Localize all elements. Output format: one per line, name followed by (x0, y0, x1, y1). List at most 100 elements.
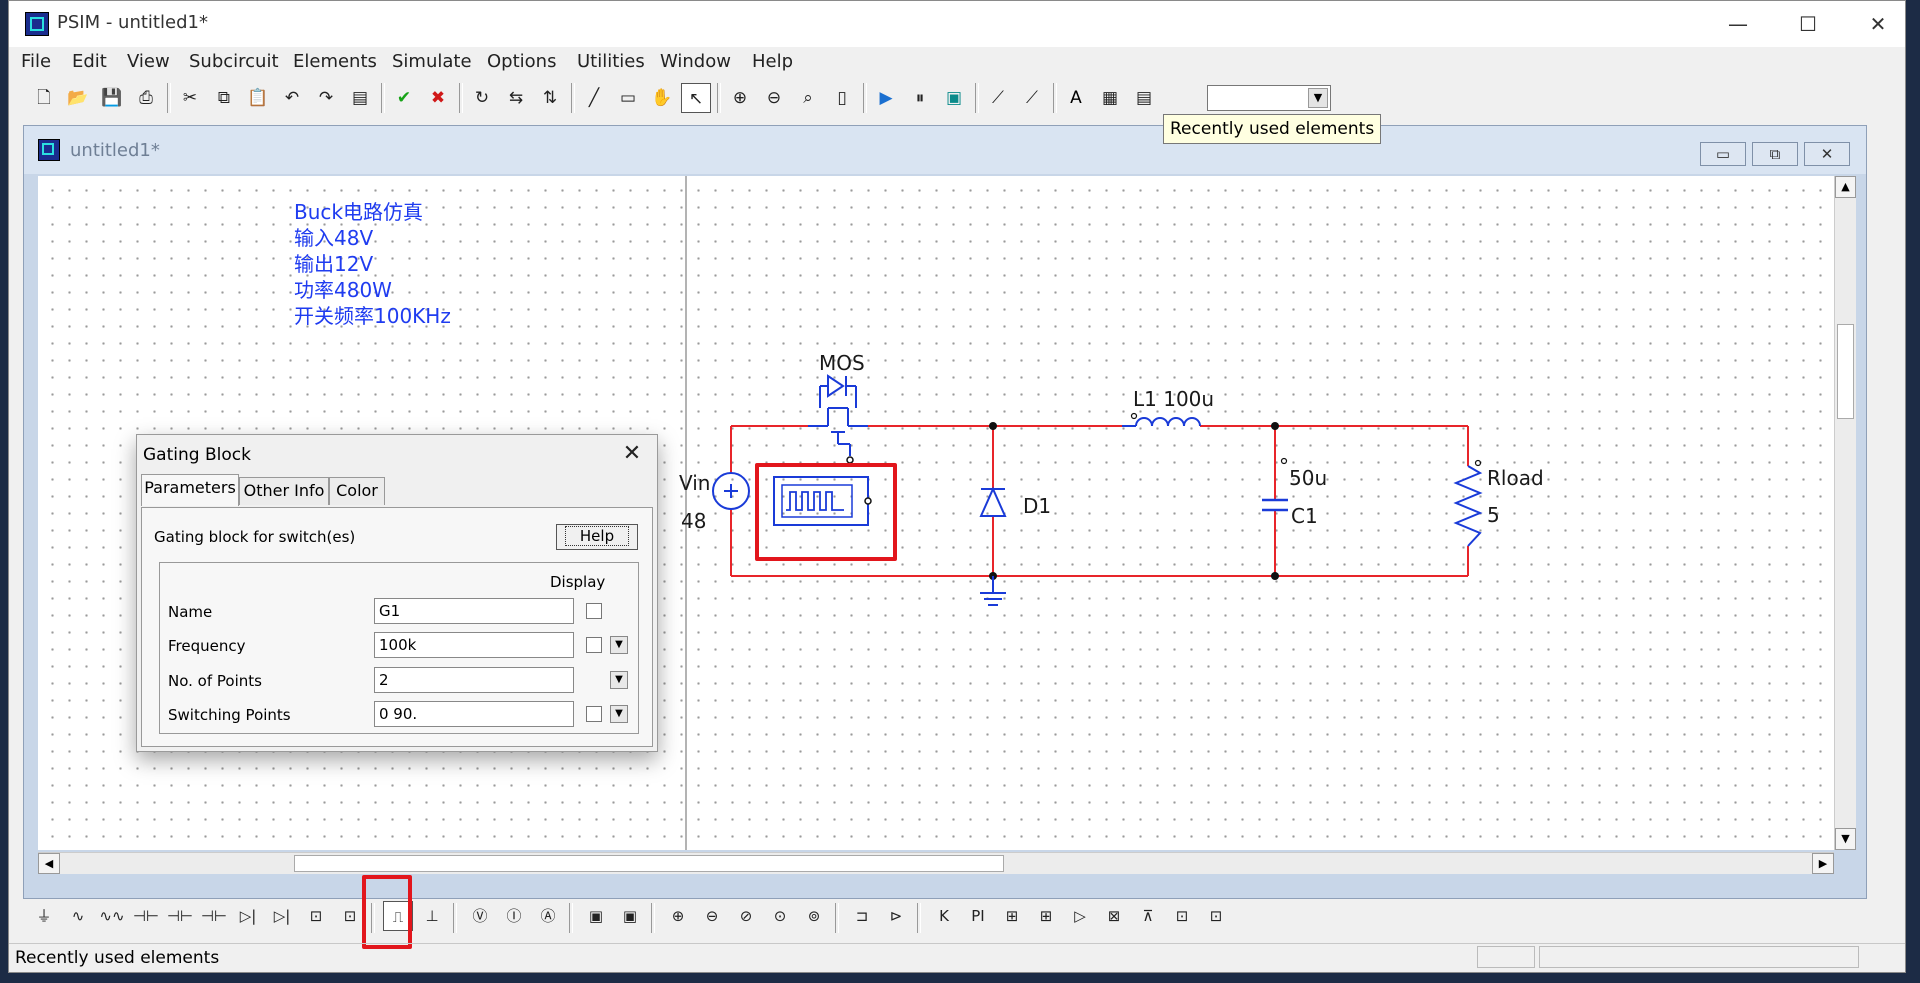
child-minimize-button[interactable]: ▭ (1700, 142, 1746, 166)
vertical-scrollbar[interactable]: ▲ ▼ (1834, 176, 1856, 850)
multiplier-icon[interactable]: ⊠ (1099, 901, 1129, 931)
menu-file[interactable]: File (21, 51, 51, 72)
menu-window[interactable]: Window (660, 51, 731, 72)
zoom-in-icon[interactable]: ⊕ (725, 83, 755, 113)
horizontal-scrollbar[interactable]: ◀ ▶ (38, 852, 1834, 874)
simview-icon[interactable]: ▣ (939, 83, 969, 113)
rotate-icon[interactable]: ↻ (467, 83, 497, 113)
chevron-down-icon[interactable]: ▼ (610, 671, 628, 689)
horizontal-scroll-thumb[interactable] (294, 855, 1004, 872)
run-simulation-icon[interactable]: ▶ (871, 83, 901, 113)
summer-icon[interactable]: ▷ (1065, 901, 1095, 931)
maximize-button[interactable]: ☐ (1773, 1, 1843, 47)
triangle-source-icon[interactable]: ⊙ (765, 901, 795, 931)
zoh-icon[interactable]: ⊡ (1167, 901, 1197, 931)
thyristor-icon[interactable]: ▷| (267, 901, 297, 931)
child-restore-button[interactable]: ⧉ (1752, 142, 1798, 166)
print-icon[interactable]: ⎙ (131, 83, 161, 113)
menu-view[interactable]: View (127, 51, 170, 72)
sampler-icon[interactable]: ⊼ (1133, 901, 1163, 931)
ammeter-icon[interactable]: Ⓐ (533, 901, 563, 931)
scroll-left-arrow-icon[interactable]: ◀ (38, 853, 60, 874)
integrator-icon[interactable]: K (929, 901, 959, 931)
current-scope-icon[interactable]: ▣ (615, 901, 645, 931)
recent-elements-combo[interactable]: ▼ (1207, 85, 1331, 111)
switching-points-field[interactable]: 0 90. (374, 701, 574, 727)
multi-probe-icon[interactable]: ⟋ (1017, 83, 1047, 113)
comparator-icon[interactable]: ⊞ (997, 901, 1027, 931)
resistor-icon[interactable]: ∿ (63, 901, 93, 931)
element-list-icon[interactable]: ▦ (1095, 83, 1125, 113)
switch-controller-icon[interactable]: ⊳ (881, 901, 911, 931)
on-off-controller-icon[interactable]: ⊥ (417, 901, 447, 931)
fit-page-icon[interactable]: ▯ (827, 83, 857, 113)
zoom-fit-icon[interactable]: ⌕ (793, 83, 823, 113)
scroll-up-arrow-icon[interactable]: ▲ (1835, 176, 1856, 198)
diode-icon[interactable]: ▷| (233, 901, 263, 931)
display-checkbox[interactable] (586, 706, 602, 722)
igbt-icon[interactable]: ⊡ (301, 901, 331, 931)
menu-edit[interactable]: Edit (72, 51, 107, 72)
rc-branch-icon[interactable]: ⊣⊢ (165, 901, 195, 931)
paste-icon[interactable]: 📋 (243, 83, 273, 113)
close-button[interactable]: ✕ (1843, 1, 1913, 47)
voltage-probe-icon[interactable]: Ⓥ (465, 901, 495, 931)
help-button[interactable]: Help (556, 524, 638, 550)
cancel-icon[interactable]: ✖ (423, 83, 453, 113)
recent-elements-icon[interactable]: ▤ (1129, 83, 1159, 113)
undo-icon[interactable]: ↶ (277, 83, 307, 113)
ground-icon[interactable]: ⏚ (29, 901, 59, 931)
limiter-icon[interactable]: ⊞ (1031, 901, 1061, 931)
flip-tb-icon[interactable]: ⇅ (535, 83, 565, 113)
zoom-out-icon[interactable]: ⊖ (759, 83, 789, 113)
wire-icon[interactable]: ╱ (579, 83, 609, 113)
new-file-icon[interactable]: 🗋 (29, 83, 59, 113)
chevron-down-icon[interactable]: ▼ (610, 705, 628, 723)
pause-icon[interactable]: ⏸ (905, 83, 935, 113)
pan-hand-icon[interactable]: ✋ (647, 83, 677, 113)
frequency-field[interactable]: 100k (374, 632, 574, 658)
child-close-button[interactable]: ✕ (1804, 142, 1850, 166)
rl-branch-icon[interactable]: ∿∿ (97, 901, 127, 931)
name-field[interactable]: G1 (374, 598, 574, 624)
vertical-scroll-thumb[interactable] (1837, 324, 1854, 419)
menu-subcircuit[interactable]: Subcircuit (189, 51, 279, 72)
minimize-button[interactable]: — (1703, 1, 1773, 47)
scroll-right-arrow-icon[interactable]: ▶ (1812, 853, 1834, 874)
clipboard-icon[interactable]: ▤ (345, 83, 375, 113)
cut-icon[interactable]: ✂ (175, 83, 205, 113)
text-icon[interactable]: A (1061, 83, 1091, 113)
menu-utilities[interactable]: Utilities (577, 51, 645, 72)
tab-parameters[interactable]: Parameters (141, 474, 239, 506)
probe-icon[interactable]: ⟋ (983, 83, 1013, 113)
ac-source-icon[interactable]: ⊖ (697, 901, 727, 931)
transformer-icon[interactable]: ⊐ (847, 901, 877, 931)
capacitor-icon[interactable]: ⊣⊢ (131, 901, 161, 931)
chevron-down-icon[interactable]: ▼ (1308, 88, 1328, 108)
pi-controller-icon[interactable]: PI (963, 901, 993, 931)
menu-options[interactable]: Options (487, 51, 556, 72)
rlc-branch-icon[interactable]: ⊣⊢ (199, 901, 229, 931)
scroll-down-arrow-icon[interactable]: ▼ (1835, 828, 1856, 850)
tab-color[interactable]: Color (329, 477, 385, 505)
chevron-down-icon[interactable]: ▼ (610, 636, 628, 654)
unit-delay-icon[interactable]: ⊡ (1201, 901, 1231, 931)
menu-simulate[interactable]: Simulate (392, 51, 472, 72)
voltmeter-scope-icon[interactable]: ▣ (581, 901, 611, 931)
dialog-close-icon[interactable]: ✕ (617, 439, 647, 469)
label-icon[interactable]: ▭ (613, 83, 643, 113)
current-probe-icon[interactable]: Ⓘ (499, 901, 529, 931)
select-arrow-icon[interactable]: ↖ (681, 83, 711, 113)
menu-help[interactable]: Help (752, 51, 793, 72)
mosfet-icon[interactable]: ⊡ (335, 901, 365, 931)
tab-other-info[interactable]: Other Info (239, 477, 329, 505)
redo-icon[interactable]: ↷ (311, 83, 341, 113)
menu-elements[interactable]: Elements (293, 51, 377, 72)
check-icon[interactable]: ✔ (389, 83, 419, 113)
points-field[interactable]: 2 (374, 667, 574, 693)
open-folder-icon[interactable]: 📂 (63, 83, 93, 113)
display-checkbox[interactable] (586, 637, 602, 653)
square-source-icon[interactable]: ⊘ (731, 901, 761, 931)
step-source-icon[interactable]: ⊚ (799, 901, 829, 931)
save-icon[interactable]: 💾 (97, 83, 127, 113)
